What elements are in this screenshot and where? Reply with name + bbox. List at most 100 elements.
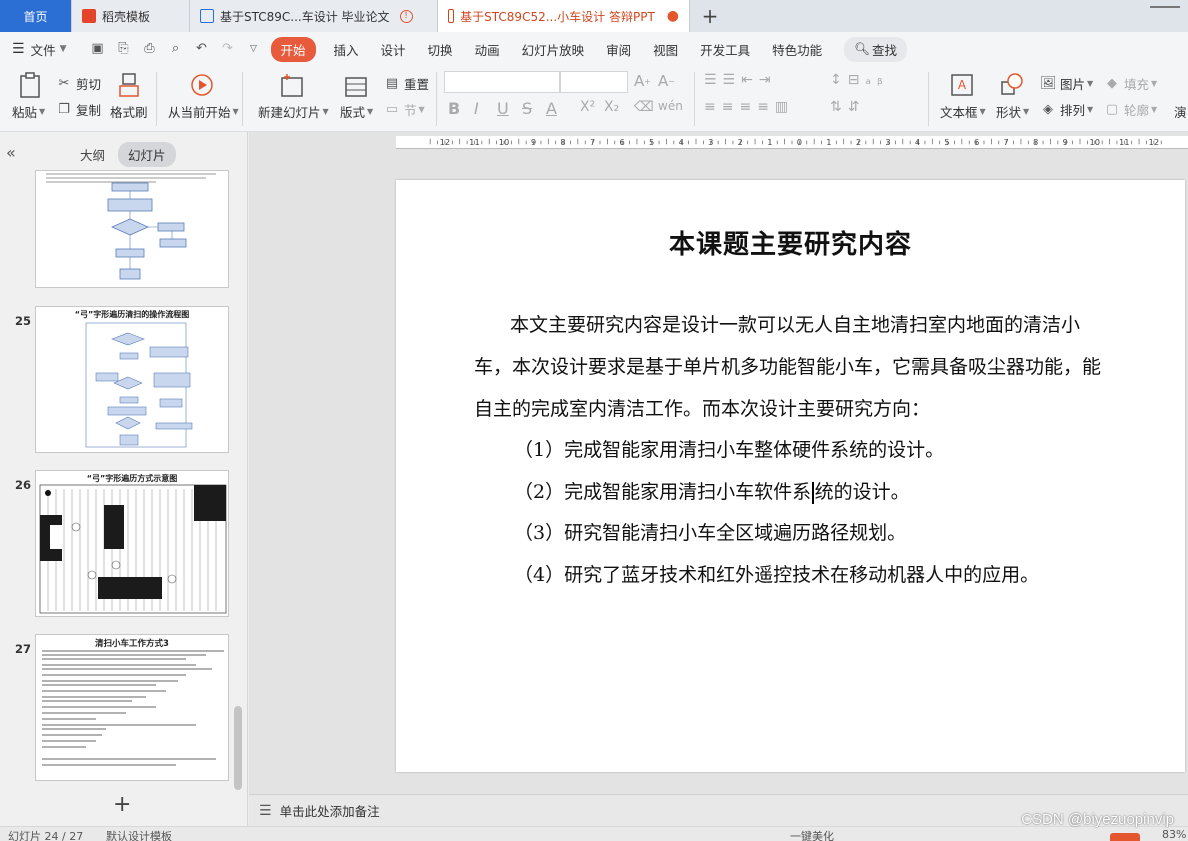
- outline-button[interactable]: ▢ 轮廓 ▼: [1104, 100, 1157, 119]
- print-preview-icon[interactable]: ⌕: [167, 41, 185, 57]
- slide-paragraph[interactable]: 本文主要研究内容是设计一款可以无人自主地清扫室内地面的清洁小车，本次设计要求是基…: [474, 304, 1104, 430]
- char-spacing-button[interactable]: wén: [658, 99, 683, 113]
- menu-developer[interactable]: 开发工具: [700, 40, 750, 59]
- redo-icon[interactable]: ↷: [219, 41, 237, 57]
- tab-word-doc-label: 基于STC89C...车设计 毕业论文: [220, 9, 390, 24]
- subscript-button[interactable]: X₂: [604, 99, 619, 115]
- align-buttons[interactable]: ≡≡≡≡▥: [704, 99, 794, 115]
- tab-docer[interactable]: 稻壳模板: [72, 0, 190, 32]
- copy-label: 复制: [76, 103, 102, 118]
- text-direction-buttons[interactable]: ⇅⇵: [830, 99, 865, 115]
- menu-review[interactable]: 审阅: [606, 40, 631, 59]
- font-color-button[interactable]: A: [546, 99, 557, 118]
- section-label: 节: [404, 103, 417, 118]
- status-bar: 幻灯片 24 / 27 默认设计模板 一键美化 83%: [0, 826, 1188, 841]
- tab-bar: 首页 稻壳模板 基于STC89C...车设计 毕业论文 ! 基于STC89C52…: [0, 0, 1188, 32]
- ribbon-separator: [436, 72, 437, 126]
- export-icon[interactable]: ⎘: [115, 41, 133, 57]
- slideshow-play-button[interactable]: [1110, 833, 1140, 841]
- menu-insert[interactable]: 插入: [334, 40, 359, 59]
- section-button[interactable]: ▭ 节 ▼: [384, 100, 425, 119]
- menu-features[interactable]: 特色功能: [772, 40, 822, 59]
- paste-icon[interactable]: [18, 72, 42, 98]
- list-item[interactable]: （1）完成智能家用清扫小车整体硬件系统的设计。: [474, 430, 1104, 472]
- textbox-button[interactable]: 文本框 ▼: [940, 102, 986, 121]
- list-item[interactable]: （3）研究智能清扫小车全区域遍历路径规划。: [474, 513, 1104, 555]
- arrange-button[interactable]: ◈ 排列 ▼: [1040, 100, 1093, 119]
- save-icon[interactable]: ▣: [89, 41, 107, 57]
- tab-word-doc[interactable]: 基于STC89C...车设计 毕业论文 !: [190, 0, 438, 32]
- outline-tab[interactable]: 大纲: [80, 145, 105, 164]
- play-icon[interactable]: [190, 72, 214, 98]
- undo-icon[interactable]: ↶: [193, 41, 211, 57]
- theme-name[interactable]: 默认设计模板: [106, 828, 172, 841]
- line-spacing-buttons[interactable]: ↕⊟ₐᵦ: [830, 72, 889, 88]
- strike-button[interactable]: S: [522, 99, 532, 118]
- beautify-button[interactable]: 一键美化: [790, 828, 834, 841]
- picture-button[interactable]: 🖼︎ 图片 ▼: [1040, 74, 1093, 93]
- list-item[interactable]: （4）研究了蓝牙技术和红外遥控技术在移动机器人中的应用。: [474, 555, 1104, 597]
- docer-icon: [82, 9, 96, 23]
- slides-tab[interactable]: 幻灯片: [118, 142, 176, 167]
- shape-icon[interactable]: [1000, 72, 1024, 98]
- slide-thumb-26[interactable]: “弓”字形遍历方式示意图: [35, 470, 229, 617]
- font-shrink-button[interactable]: A −: [658, 72, 675, 90]
- textbox-icon[interactable]: A: [950, 72, 974, 98]
- slide-thumb-27[interactable]: 清扫小车工作方式3: [35, 634, 229, 781]
- italic-button[interactable]: I: [474, 99, 479, 118]
- copy-button[interactable]: ❐ 复制: [56, 100, 101, 119]
- paste-button[interactable]: 粘贴 ▼: [12, 102, 45, 121]
- minimize-icon[interactable]: [1150, 6, 1180, 8]
- layout-icon[interactable]: [344, 74, 368, 100]
- menu-start[interactable]: 开始: [270, 36, 316, 62]
- horizontal-ruler: 1211109876543210123456789101112: [396, 136, 1188, 149]
- print-icon[interactable]: ⎙: [141, 41, 159, 57]
- cut-button[interactable]: ✂ 剪切: [56, 74, 101, 93]
- font-family-combo[interactable]: [444, 71, 560, 93]
- tab-ppt-doc-label: 基于STC89C52...小车设计 答辩PPT: [460, 9, 655, 24]
- collapse-panel-icon[interactable]: «: [6, 143, 16, 162]
- layout-button[interactable]: 版式 ▼: [340, 102, 373, 121]
- reset-button[interactable]: ▤ 重置: [384, 74, 429, 93]
- format-painter-button[interactable]: 格式刷: [110, 102, 148, 121]
- from-current-label: 从当前开始: [168, 105, 231, 120]
- menu-view[interactable]: 视图: [653, 40, 678, 59]
- slide-title[interactable]: 本课题主要研究内容: [396, 224, 1185, 261]
- textbox-label: 文本框: [940, 105, 978, 120]
- fill-button[interactable]: ◆ 填充 ▼: [1104, 74, 1157, 93]
- menu-slideshow[interactable]: 幻灯片放映: [522, 40, 585, 59]
- new-tab-button[interactable]: +: [690, 0, 730, 32]
- word-doc-icon: [200, 9, 214, 23]
- font-grow-button[interactable]: A +: [634, 72, 651, 90]
- font-size-combo[interactable]: [560, 71, 628, 93]
- add-slide-button[interactable]: +: [113, 792, 131, 817]
- slide-thumb-25[interactable]: “弓”字形遍历清扫的操作流程图: [35, 306, 229, 453]
- bold-button[interactable]: B: [448, 99, 460, 118]
- search-button[interactable]: 🔍︎ 查找: [844, 36, 908, 62]
- shape-button[interactable]: 形状 ▼: [996, 102, 1029, 121]
- new-slide-button[interactable]: 新建幻灯片 ▼: [258, 102, 329, 121]
- zoom-level[interactable]: 83%: [1162, 828, 1186, 841]
- menu-animation[interactable]: 动画: [475, 40, 500, 59]
- tab-home[interactable]: 首页: [0, 0, 72, 32]
- more-ribbon-button[interactable]: 演: [1174, 102, 1187, 121]
- menu-design[interactable]: 设计: [381, 40, 406, 59]
- file-menu[interactable]: ☰ 文件 ▼: [12, 40, 67, 59]
- slide-thumb-24[interactable]: [35, 170, 229, 288]
- list-buttons[interactable]: ☰☰⇤⇥: [704, 72, 777, 88]
- underline-button[interactable]: U: [497, 99, 509, 118]
- from-current-button[interactable]: 从当前开始 ▼: [168, 102, 239, 121]
- thumb-title: “弓”字形遍历清扫的操作流程图: [74, 310, 190, 319]
- ribbon-separator: [156, 72, 157, 126]
- superscript-button[interactable]: X²: [580, 99, 595, 115]
- slide-body[interactable]: 本文主要研究内容是设计一款可以无人自主地清扫室内地面的清洁小车，本次设计要求是基…: [474, 304, 1104, 596]
- panel-scrollbar[interactable]: [234, 706, 242, 790]
- customize-icon[interactable]: ▽: [245, 41, 263, 57]
- eraser-icon[interactable]: ⌫: [634, 99, 654, 115]
- tab-ppt-doc[interactable]: 基于STC89C52...小车设计 答辩PPT ●: [438, 0, 690, 32]
- current-slide[interactable]: 本课题主要研究内容 本文主要研究内容是设计一款可以无人自主地清扫室内地面的清洁小…: [396, 180, 1185, 772]
- menu-transition[interactable]: 切换: [428, 40, 453, 59]
- new-slide-icon[interactable]: [280, 72, 304, 98]
- list-item-with-cursor[interactable]: （2）完成智能家用清扫小车软件系 统的设计。: [474, 472, 1104, 514]
- format-painter-icon[interactable]: [117, 72, 141, 98]
